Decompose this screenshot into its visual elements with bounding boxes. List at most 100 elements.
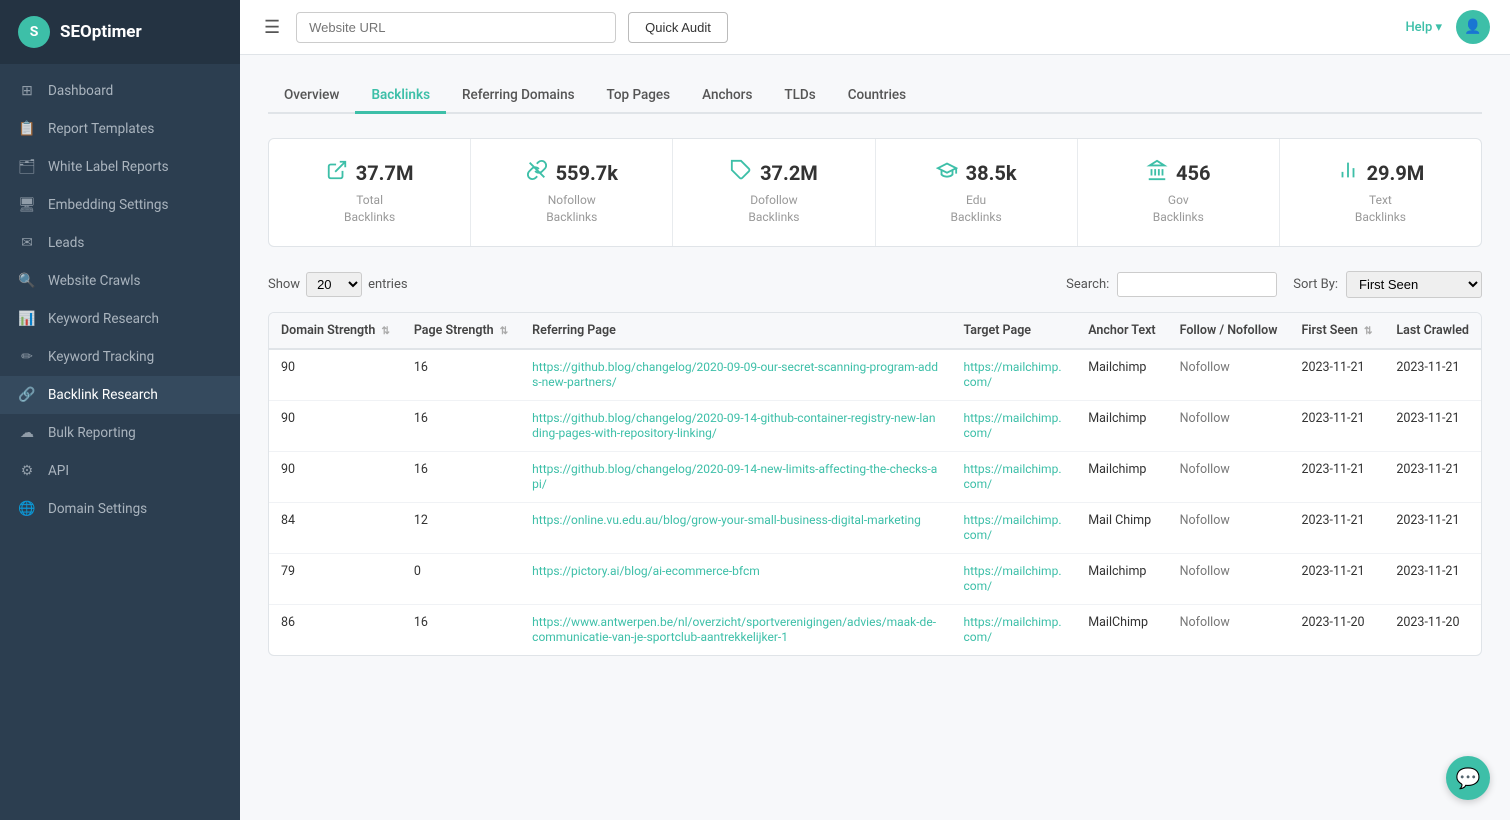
cell-referring-page[interactable]: https://github.blog/changelog/2020-09-09… xyxy=(520,349,951,401)
cell-referring-page[interactable]: https://github.blog/changelog/2020-09-14… xyxy=(520,400,951,451)
cell-last-crawled: 2023-11-21 xyxy=(1384,400,1481,451)
referring-page-link[interactable]: https://github.blog/changelog/2020-09-14… xyxy=(532,411,935,440)
table-row: 86 16 https://www.antwerpen.be/nl/overzi… xyxy=(269,604,1481,655)
website-crawls-icon: 🔍 xyxy=(18,273,36,289)
show-label: Show xyxy=(268,277,300,292)
cell-domain-strength: 90 xyxy=(269,349,402,401)
sidebar-item-label: API xyxy=(48,463,69,479)
target-page-link[interactable]: https://mailchimp.com/ xyxy=(963,360,1061,389)
target-page-link[interactable]: https://mailchimp.com/ xyxy=(963,462,1061,491)
cell-anchor-text: Mailchimp xyxy=(1076,553,1167,604)
user-avatar[interactable]: 👤 xyxy=(1456,10,1490,44)
sidebar-item-website-crawls[interactable]: 🔍Website Crawls xyxy=(0,262,240,300)
tab-tlds[interactable]: TLDs xyxy=(768,79,831,114)
sidebar-item-report-templates[interactable]: 📋Report Templates xyxy=(0,110,240,148)
cell-last-crawled: 2023-11-21 xyxy=(1384,349,1481,401)
cell-target-page[interactable]: https://mailchimp.com/ xyxy=(951,400,1076,451)
total-backlinks-label: TotalBacklinks xyxy=(285,192,454,226)
target-page-link[interactable]: https://mailchimp.com/ xyxy=(963,513,1061,542)
tab-top-pages[interactable]: Top Pages xyxy=(591,79,687,114)
sortby-label: Sort By: xyxy=(1293,277,1338,292)
sidebar-item-label: Dashboard xyxy=(48,83,113,99)
sidebar-item-white-label-reports[interactable]: 🗂White Label Reports xyxy=(0,148,240,186)
cell-referring-page[interactable]: https://online.vu.edu.au/blog/grow-your-… xyxy=(520,502,951,553)
referring-page-link[interactable]: https://www.antwerpen.be/nl/overzicht/sp… xyxy=(532,615,936,644)
col-anchor-text: Anchor Text xyxy=(1076,313,1167,349)
sidebar-item-keyword-tracking[interactable]: ✏Keyword Tracking xyxy=(0,338,240,376)
keyword-research-icon: 📊 xyxy=(18,311,36,327)
tab-countries[interactable]: Countries xyxy=(832,79,922,114)
sidebar-item-backlink-research[interactable]: 🔗Backlink Research xyxy=(0,376,240,414)
backlinks-table: Domain Strength ⇅Page Strength ⇅Referrin… xyxy=(269,313,1481,655)
url-input[interactable] xyxy=(296,12,616,43)
help-button[interactable]: Help ▾ xyxy=(1405,20,1442,35)
cell-follow-nofollow: Nofollow xyxy=(1168,604,1290,655)
hamburger-icon[interactable]: ☰ xyxy=(260,13,284,42)
stat-text-backlinks: 29.9M TextBacklinks xyxy=(1280,139,1481,246)
tab-backlinks[interactable]: Backlinks xyxy=(355,79,446,114)
referring-page-link[interactable]: https://pictory.ai/blog/ai-ecommerce-bfc… xyxy=(532,564,760,578)
referring-page-link[interactable]: https://github.blog/changelog/2020-09-14… xyxy=(532,462,937,491)
sidebar-item-domain-settings[interactable]: 🌐Domain Settings xyxy=(0,490,240,528)
gov-backlinks-icon xyxy=(1146,159,1168,186)
sidebar-item-embedding-settings[interactable]: 🖥Embedding Settings xyxy=(0,186,240,224)
cell-anchor-text: Mailchimp xyxy=(1076,451,1167,502)
cell-page-strength: 0 xyxy=(402,553,520,604)
cell-referring-page[interactable]: https://www.antwerpen.be/nl/overzicht/sp… xyxy=(520,604,951,655)
cell-target-page[interactable]: https://mailchimp.com/ xyxy=(951,553,1076,604)
search-input[interactable] xyxy=(1117,272,1277,297)
col-page-strength[interactable]: Page Strength ⇅ xyxy=(402,313,520,349)
sidebar-item-leads[interactable]: ✉Leads xyxy=(0,224,240,262)
col-first-seen[interactable]: First Seen ⇅ xyxy=(1289,313,1384,349)
target-page-link[interactable]: https://mailchimp.com/ xyxy=(963,564,1061,593)
target-page-link[interactable]: https://mailchimp.com/ xyxy=(963,615,1061,644)
dofollow-backlinks-label: DofollowBacklinks xyxy=(689,192,858,226)
cell-target-page[interactable]: https://mailchimp.com/ xyxy=(951,604,1076,655)
sort-select[interactable]: First SeenLast CrawledDomain StrengthPag… xyxy=(1346,271,1482,298)
nofollow-backlinks-icon xyxy=(526,159,548,186)
show-select[interactable]: 20 50 100 xyxy=(306,272,362,297)
cell-domain-strength: 84 xyxy=(269,502,402,553)
dofollow-backlinks-value: 37.2M xyxy=(760,161,818,185)
stat-edu-backlinks: 38.5k EduBacklinks xyxy=(876,139,1078,246)
cell-referring-page[interactable]: https://pictory.ai/blog/ai-ecommerce-bfc… xyxy=(520,553,951,604)
col-follow-nofollow: Follow / Nofollow xyxy=(1168,313,1290,349)
text-backlinks-value: 29.9M xyxy=(1367,161,1425,185)
tab-anchors[interactable]: Anchors xyxy=(686,79,768,114)
cell-target-page[interactable]: https://mailchimp.com/ xyxy=(951,502,1076,553)
main-content: ☰ Quick Audit Help ▾ 👤 OverviewBacklinks… xyxy=(240,0,1510,820)
col-domain-strength[interactable]: Domain Strength ⇅ xyxy=(269,313,402,349)
cell-domain-strength: 79 xyxy=(269,553,402,604)
referring-page-link[interactable]: https://online.vu.edu.au/blog/grow-your-… xyxy=(532,513,921,527)
cell-last-crawled: 2023-11-20 xyxy=(1384,604,1481,655)
sidebar-item-keyword-research[interactable]: 📊Keyword Research xyxy=(0,300,240,338)
cell-target-page[interactable]: https://mailchimp.com/ xyxy=(951,349,1076,401)
cell-referring-page[interactable]: https://github.blog/changelog/2020-09-14… xyxy=(520,451,951,502)
quick-audit-button[interactable]: Quick Audit xyxy=(628,12,728,43)
cell-target-page[interactable]: https://mailchimp.com/ xyxy=(951,451,1076,502)
cell-first-seen: 2023-11-21 xyxy=(1289,451,1384,502)
sidebar-logo[interactable]: S SEOptimer xyxy=(0,0,240,64)
cell-first-seen: 2023-11-20 xyxy=(1289,604,1384,655)
cell-first-seen: 2023-11-21 xyxy=(1289,349,1384,401)
sidebar-item-api[interactable]: ⚙API xyxy=(0,452,240,490)
tab-referring-domains[interactable]: Referring Domains xyxy=(446,79,591,114)
cell-domain-strength: 90 xyxy=(269,451,402,502)
nofollow-backlinks-label: NofollowBacklinks xyxy=(487,192,656,226)
col-target-page: Target Page xyxy=(951,313,1076,349)
sidebar-item-label: Report Templates xyxy=(48,121,154,137)
sidebar-item-label: Bulk Reporting xyxy=(48,425,136,441)
table-row: 79 0 https://pictory.ai/blog/ai-ecommerc… xyxy=(269,553,1481,604)
header: ☰ Quick Audit Help ▾ 👤 xyxy=(240,0,1510,55)
tab-overview[interactable]: Overview xyxy=(268,79,355,114)
total-backlinks-icon xyxy=(326,159,348,186)
sidebar-item-bulk-reporting[interactable]: ☁Bulk Reporting xyxy=(0,414,240,452)
sidebar-item-dashboard[interactable]: ⊞Dashboard xyxy=(0,72,240,110)
entries-label: entries xyxy=(368,277,408,292)
search-section: Search: xyxy=(1066,272,1277,297)
stat-total-backlinks: 37.7M TotalBacklinks xyxy=(269,139,471,246)
chat-button[interactable]: 💬 xyxy=(1446,756,1490,800)
keyword-tracking-icon: ✏ xyxy=(18,349,36,365)
referring-page-link[interactable]: https://github.blog/changelog/2020-09-09… xyxy=(532,360,938,389)
target-page-link[interactable]: https://mailchimp.com/ xyxy=(963,411,1061,440)
